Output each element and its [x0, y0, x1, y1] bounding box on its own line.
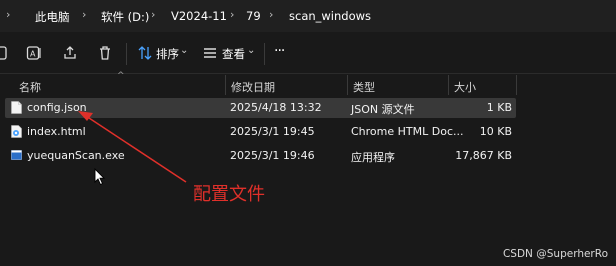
share-icon[interactable]: [62, 45, 78, 61]
cut-icon[interactable]: [0, 45, 10, 61]
watermark: CSDN @SuperherRo: [502, 248, 608, 260]
breadcrumb: › 此电脑 › 软件 (D:) › V2024-11 › 79 › scan_w…: [0, 0, 616, 32]
svg-text:A: A: [30, 50, 36, 59]
breadcrumb-v2024-11[interactable]: V2024-11: [171, 9, 227, 23]
mouse-cursor-icon: [94, 168, 106, 186]
file-modified: 2025/4/18 13:32: [230, 101, 322, 114]
more-options-button[interactable]: ···: [274, 43, 285, 59]
breadcrumb-drive-d[interactable]: 软件 (D:): [101, 9, 149, 25]
file-row-index-html[interactable]: index.html 2025/3/1 19:45 Chrome HTML Do…: [5, 122, 516, 142]
sort-ascending-icon: ^: [117, 71, 125, 81]
sort-button[interactable]: 排序: [156, 46, 179, 62]
sort-icon[interactable]: [137, 45, 153, 61]
rename-icon[interactable]: A: [26, 45, 42, 61]
column-header-modified[interactable]: 修改日期: [231, 79, 275, 95]
column-divider[interactable]: [225, 75, 226, 95]
file-type: Chrome HTML Doc...: [351, 125, 464, 138]
view-icon[interactable]: [202, 45, 218, 61]
file-row-config-json[interactable]: config.json 2025/4/18 13:32 JSON 源文件 1 K…: [5, 98, 516, 118]
delete-icon[interactable]: [97, 45, 113, 61]
breadcrumb-separator[interactable]: ›: [151, 8, 155, 21]
file-row-yuequanscan-exe[interactable]: yuequanScan.exe 2025/3/1 19:46 应用程序 17,8…: [5, 146, 516, 166]
file-size: 10 KB: [479, 125, 512, 138]
view-button[interactable]: 查看: [222, 46, 245, 62]
column-divider[interactable]: [516, 75, 517, 95]
breadcrumb-scan-windows[interactable]: scan_windows: [289, 9, 371, 23]
column-header-size[interactable]: 大小: [454, 79, 476, 95]
breadcrumb-79[interactable]: 79: [246, 9, 261, 23]
json-file-icon: [11, 101, 22, 114]
file-size: 1 KB: [486, 101, 512, 114]
file-modified: 2025/3/1 19:45: [230, 125, 315, 138]
file-modified: 2025/3/1 19:46: [230, 149, 315, 162]
toolbar-divider: [126, 43, 127, 65]
column-divider[interactable]: [347, 75, 348, 95]
exe-file-icon: [11, 150, 22, 160]
breadcrumb-this-pc[interactable]: 此电脑: [35, 9, 70, 25]
file-name: config.json: [27, 101, 87, 114]
file-name: index.html: [27, 125, 86, 138]
file-size: 17,867 KB: [455, 149, 512, 162]
breadcrumb-separator[interactable]: ›: [269, 8, 273, 21]
breadcrumb-separator[interactable]: ›: [230, 8, 234, 21]
chevron-down-icon[interactable]: ⌄: [247, 45, 255, 56]
breadcrumb-separator[interactable]: ›: [6, 8, 10, 21]
html-file-icon: [11, 125, 22, 138]
breadcrumb-separator[interactable]: ›: [82, 8, 86, 21]
file-name: yuequanScan.exe: [27, 149, 125, 162]
column-header-name[interactable]: 名称: [19, 79, 41, 95]
toolbar-divider: [264, 43, 265, 65]
file-type: JSON 源文件: [351, 103, 415, 116]
command-bar: A 排序 ⌄ 查看 ⌄ ···: [0, 32, 616, 74]
file-type: 应用程序: [351, 151, 395, 164]
chevron-down-icon[interactable]: ⌄: [180, 45, 188, 56]
column-header-type[interactable]: 类型: [353, 79, 375, 95]
column-header-row: ^ 名称 修改日期 类型 大小: [0, 71, 616, 95]
annotation-label: 配置文件: [193, 184, 265, 205]
column-divider[interactable]: [448, 75, 449, 95]
